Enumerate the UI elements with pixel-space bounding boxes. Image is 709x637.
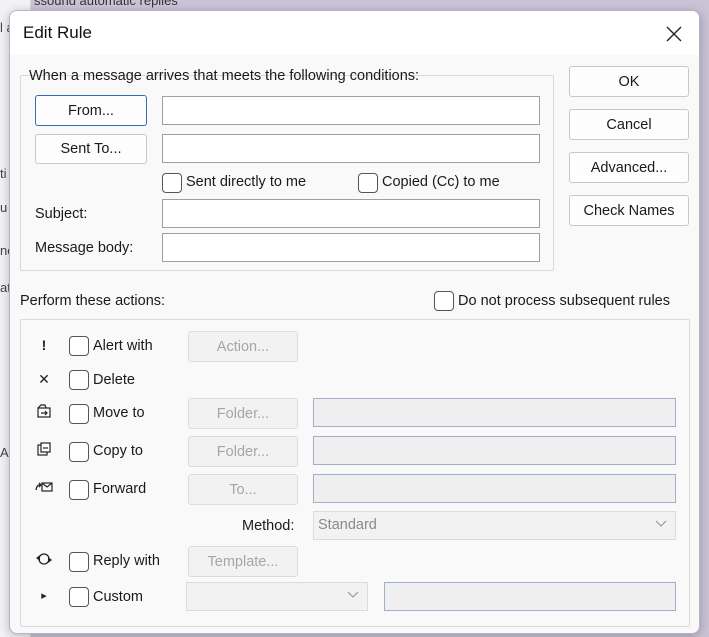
alert-action-button[interactable]: Action...	[188, 331, 298, 362]
reply-icon	[35, 552, 53, 569]
dialog-title: Edit Rule	[23, 23, 92, 42]
reply-template-button[interactable]: Template...	[188, 546, 298, 577]
check-names-button[interactable]: Check Names	[569, 195, 689, 226]
copied-cc-label: Copied (Cc) to me	[382, 174, 500, 190]
conditions-heading: When a message arrives that meets the fo…	[29, 68, 420, 84]
sent-directly-label: Sent directly to me	[186, 174, 307, 190]
alert-icon: !	[41, 337, 47, 353]
custom-field[interactable]	[384, 582, 676, 611]
dialog-titlebar: Edit Rule	[10, 11, 699, 55]
do-not-process-label: Do not process subsequent rules	[458, 293, 670, 309]
method-value: Standard	[318, 517, 377, 533]
advanced-button[interactable]: Advanced...	[569, 152, 689, 183]
close-button[interactable]	[657, 19, 691, 49]
close-icon	[666, 26, 682, 42]
subject-label: Subject:	[35, 206, 88, 222]
copy-to-folder-button[interactable]: Folder...	[188, 436, 298, 467]
sent-directly-checkbox[interactable]	[162, 173, 182, 193]
delete-label: Delete	[93, 372, 135, 388]
from-button[interactable]: From...	[35, 95, 147, 126]
copy-to-folder-icon	[35, 441, 53, 460]
from-field[interactable]	[162, 96, 540, 125]
custom-arrow-icon: ▸	[41, 590, 47, 602]
cancel-button[interactable]: Cancel	[569, 109, 689, 140]
message-body-label: Message body:	[35, 240, 134, 256]
chevron-down-icon	[347, 591, 359, 598]
custom-checkbox[interactable]	[69, 587, 89, 607]
custom-select[interactable]	[186, 582, 368, 611]
chevron-down-icon	[655, 520, 667, 527]
copied-cc-checkbox[interactable]	[358, 173, 378, 193]
do-not-process-checkbox[interactable]	[434, 291, 454, 311]
custom-label: Custom	[93, 589, 143, 605]
sent-to-button[interactable]: Sent To...	[35, 134, 147, 164]
background-window-top: ssound automatic replies	[30, 0, 709, 10]
reply-with-label: Reply with	[93, 553, 160, 569]
message-body-field[interactable]	[162, 233, 540, 262]
background-fragment: A	[0, 445, 9, 460]
copy-to-folder-field[interactable]	[313, 436, 676, 465]
move-to-folder-icon	[35, 403, 53, 422]
reply-with-checkbox[interactable]	[69, 552, 89, 572]
copy-to-checkbox[interactable]	[69, 442, 89, 462]
ok-button[interactable]: OK	[569, 66, 689, 97]
forward-checkbox[interactable]	[69, 480, 89, 500]
actions-heading: Perform these actions:	[20, 293, 166, 309]
method-select[interactable]: Standard	[313, 511, 676, 540]
background-fragment: ti	[0, 166, 7, 181]
forward-to-field[interactable]	[313, 474, 676, 503]
actions-group	[20, 319, 690, 627]
delete-checkbox[interactable]	[69, 370, 89, 390]
edit-rule-dialog: Edit Rule When a message arrives that me…	[9, 10, 700, 634]
delete-icon: ✕	[38, 371, 50, 387]
forward-label: Forward	[93, 481, 147, 497]
move-to-folder-field[interactable]	[313, 398, 676, 427]
background-fragment: u	[0, 200, 8, 215]
move-to-checkbox[interactable]	[69, 404, 89, 424]
subject-field[interactable]	[162, 199, 540, 228]
background-text: ssound automatic replies	[34, 0, 178, 8]
method-label: Method:	[242, 518, 295, 534]
sent-to-field[interactable]	[162, 134, 540, 163]
alert-label: Alert with	[93, 338, 153, 354]
forward-to-button[interactable]: To...	[188, 474, 298, 505]
move-to-label: Move to	[93, 405, 145, 421]
alert-checkbox[interactable]	[69, 336, 89, 356]
forward-icon	[35, 480, 53, 497]
move-to-folder-button[interactable]: Folder...	[188, 398, 298, 429]
copy-to-label: Copy to	[93, 443, 143, 459]
